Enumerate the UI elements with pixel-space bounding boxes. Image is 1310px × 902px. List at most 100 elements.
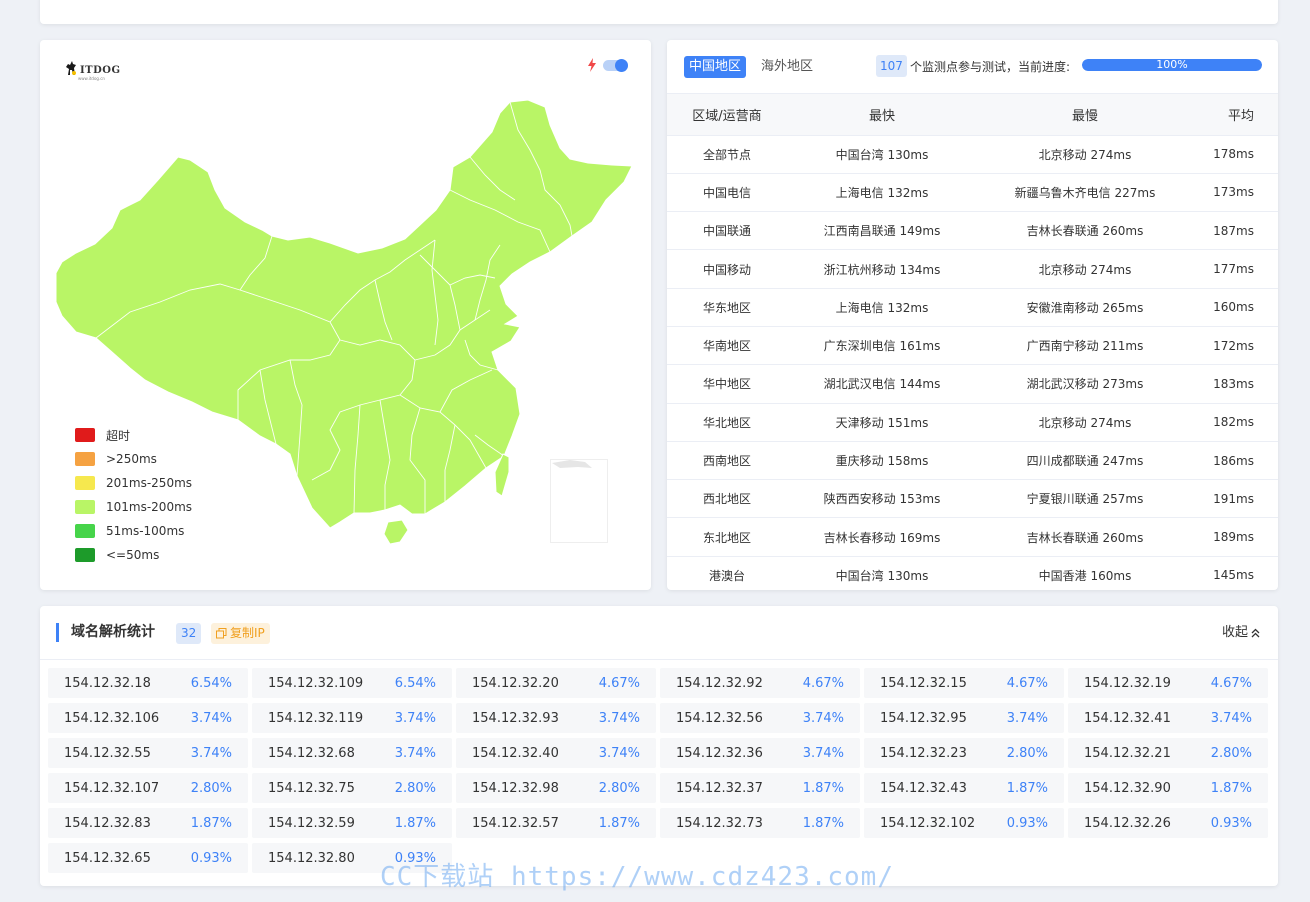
title-accent-bar [56, 623, 59, 642]
ip-item: 154.12.32.57 1.87% [456, 808, 656, 838]
cell-avg: 160ms [1193, 288, 1278, 327]
ip-address: 154.12.32.20 [472, 675, 559, 691]
ip-address: 154.12.32.59 [268, 815, 355, 831]
ip-address: 154.12.32.95 [880, 710, 967, 726]
ip-percentage: 1.87% [1006, 780, 1048, 796]
ip-percentage: 0.93% [1006, 815, 1048, 831]
watermark-text: CC下载站 https://www.cdz423.com/ [380, 862, 894, 892]
cell-region: 华北地区 [667, 403, 787, 442]
cell-region: 中国电信 [667, 173, 787, 213]
cell-slowest: 四川成都联通 247ms [977, 441, 1193, 481]
table-row: 东北地区 吉林长春移动 169ms 吉林长春联通 260ms 189ms [667, 517, 1278, 557]
ip-percentage: 1.87% [802, 780, 844, 796]
legend-label: 超时 [106, 428, 131, 443]
ip-percentage: 3.74% [190, 745, 232, 761]
legend-swatch [75, 452, 95, 466]
stats-panel: 中国地区 海外地区 107 个监测点参与测试，当前进度: 100% 区域/运营商… [667, 40, 1278, 590]
cell-fastest: 上海电信 132ms [787, 288, 977, 327]
ip-address: 154.12.32.56 [676, 710, 763, 726]
table-row: 华北地区 天津移动 151ms 北京移动 274ms 182ms [667, 403, 1278, 442]
ip-address: 154.12.32.40 [472, 745, 559, 761]
cell-region: 华南地区 [667, 326, 787, 366]
column-header: 平均 [1193, 94, 1278, 136]
ip-grid: 154.12.32.18 6.54% 154.12.32.109 6.54% 154.1… [48, 668, 1268, 873]
ip-percentage: 6.54% [394, 675, 436, 691]
ip-percentage: 0.93% [190, 850, 232, 866]
ip-percentage: 3.74% [598, 745, 640, 761]
ip-item: 154.12.32.15 4.67% [864, 668, 1064, 698]
cell-slowest: 吉林长春联通 260ms [977, 517, 1193, 557]
ip-address: 154.12.32.18 [64, 675, 151, 691]
ip-item: 154.12.32.19 4.67% [1068, 668, 1268, 698]
stats-table-body: 全部节点 中国台湾 130ms 北京移动 274ms 178ms 中国电信 上海电信 13… [667, 135, 1278, 590]
ip-item: 154.12.32.83 1.87% [48, 808, 248, 838]
table-row: 中国电信 上海电信 132ms 新疆乌鲁木齐电信 227ms 173ms [667, 173, 1278, 213]
dns-panel: 域名解析统计 32 复制IP 收起 154.12.32.18 6.54% 154.1… [40, 606, 1278, 886]
cell-avg: 186ms [1193, 441, 1278, 481]
ip-address: 154.12.32.83 [64, 815, 151, 831]
ip-item: 154.12.32.26 0.93% [1068, 808, 1268, 838]
table-row: 西南地区 重庆移动 158ms 四川成都联通 247ms 186ms [667, 441, 1278, 481]
ip-item: 154.12.32.56 3.74% [660, 703, 860, 733]
ip-item: 154.12.32.21 2.80% [1068, 738, 1268, 768]
legend-item: 101ms-200ms [75, 495, 192, 519]
ip-item: 154.12.32.23 2.80% [864, 738, 1064, 768]
ip-item: 154.12.32.20 4.67% [456, 668, 656, 698]
legend-swatch [75, 524, 95, 538]
legend-label: <=50ms [106, 548, 160, 562]
south-china-sea-inset [550, 459, 608, 543]
collapse-button[interactable]: 收起 [1222, 622, 1260, 644]
cell-slowest: 北京移动 274ms [977, 249, 1193, 289]
cell-fastest: 中国台湾 130ms [787, 556, 977, 590]
ip-item: 154.12.32.90 1.87% [1068, 773, 1268, 803]
cell-region: 港澳台 [667, 556, 787, 590]
cell-fastest: 广东深圳电信 161ms [787, 326, 977, 366]
ip-item: 154.12.32.43 1.87% [864, 773, 1064, 803]
ip-address: 154.12.32.102 [880, 815, 976, 831]
legend-label: 101ms-200ms [106, 500, 193, 514]
cell-slowest: 吉林长春联通 260ms [977, 211, 1193, 251]
tab-china[interactable]: 中国地区 [684, 56, 747, 78]
ip-item: 154.12.32.98 2.80% [456, 773, 656, 803]
table-row: 西北地区 陕西西安移动 153ms 宁夏银川联通 257ms 191ms [667, 479, 1278, 519]
ip-item: 154.12.32.40 3.74% [456, 738, 656, 768]
ip-item: 154.12.32.36 3.74% [660, 738, 860, 768]
ip-item: 154.12.32.93 3.74% [456, 703, 656, 733]
table-header-row: 区域/运营商 最快 最慢 平均 [667, 94, 1278, 136]
cell-slowest: 湖北武汉移动 273ms [977, 364, 1193, 404]
copy-ip-button[interactable]: 复制IP [211, 623, 270, 644]
ip-item: 154.12.32.55 3.74% [48, 738, 248, 768]
cell-fastest: 重庆移动 158ms [787, 441, 977, 481]
column-header: 区域/运营商 [667, 94, 787, 136]
ip-address: 154.12.32.37 [676, 780, 763, 796]
ip-address: 154.12.32.15 [880, 675, 967, 691]
ip-item: 154.12.32.102 0.93% [864, 808, 1064, 838]
table-row: 华东地区 上海电信 132ms 安徽淮南移动 265ms 160ms [667, 288, 1278, 327]
cell-fastest: 中国台湾 130ms [787, 135, 977, 174]
ip-address: 154.12.32.98 [472, 780, 559, 796]
cell-slowest: 宁夏银川联通 257ms [977, 479, 1193, 519]
legend-item: 51ms-100ms [75, 519, 192, 543]
cell-fastest: 上海电信 132ms [787, 173, 977, 213]
ip-item: 154.12.32.65 0.93% [48, 843, 248, 873]
cell-avg: 145ms [1193, 556, 1278, 590]
ip-item: 154.12.32.41 3.74% [1068, 703, 1268, 733]
cell-region: 东北地区 [667, 517, 787, 557]
chevron-up-double-icon [1251, 628, 1260, 638]
cell-avg: 182ms [1193, 403, 1278, 442]
ip-percentage: 4.67% [1210, 675, 1252, 691]
table-row: 华南地区 广东深圳电信 161ms 广西南宁移动 211ms 172ms [667, 326, 1278, 366]
hainan-shape[interactable] [383, 519, 409, 545]
ip-percentage: 3.74% [802, 710, 844, 726]
progress-bar: 100% [1082, 59, 1262, 71]
ip-percentage: 3.74% [190, 710, 232, 726]
ip-percentage: 2.80% [1006, 745, 1048, 761]
cell-slowest: 安徽淮南移动 265ms [977, 288, 1193, 327]
ip-percentage: 6.54% [190, 675, 232, 691]
tab-overseas[interactable]: 海外地区 [761, 56, 813, 78]
legend-swatch [75, 548, 95, 562]
ip-percentage: 3.74% [802, 745, 844, 761]
ip-address: 154.12.32.106 [64, 710, 160, 726]
ip-percentage: 2.80% [598, 780, 640, 796]
cell-slowest: 北京移动 274ms [977, 135, 1193, 174]
